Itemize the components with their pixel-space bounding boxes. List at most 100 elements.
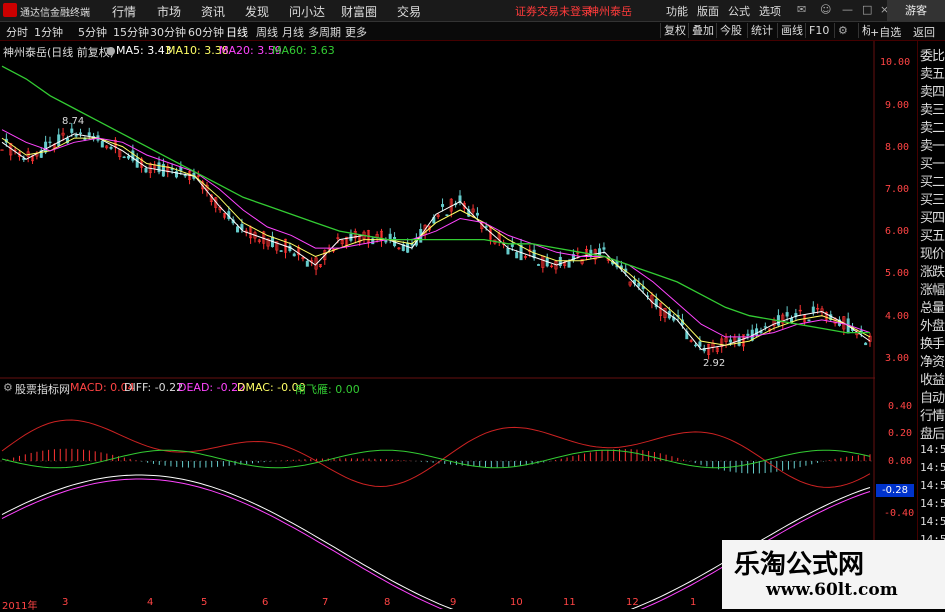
tool-stocks[interactable]: 今股 xyxy=(716,23,745,38)
candle-body xyxy=(279,250,283,252)
legend-ma60: MA60: 3.63 xyxy=(272,44,335,57)
menu-discover[interactable]: 发现 xyxy=(245,3,269,20)
menu-news[interactable]: 资讯 xyxy=(201,3,225,20)
back-button[interactable]: 返回 xyxy=(913,24,935,40)
menu-trade[interactable]: 交易 xyxy=(397,3,421,20)
side-label: 换手 xyxy=(920,337,945,352)
date-tick: 12 xyxy=(626,597,639,608)
legend-ma5: MA5: 3.43 xyxy=(116,44,172,57)
side-tab-afterhours[interactable]: 盘后 xyxy=(920,423,945,442)
candle-body xyxy=(763,326,767,328)
side-time: 14:50 xyxy=(920,443,945,456)
ma-line-ma10 xyxy=(1,137,871,346)
period-weekly[interactable]: 周线 xyxy=(256,24,278,40)
period-30min[interactable]: 30分钟 xyxy=(150,24,186,40)
legend-nanfei: 南飞雁: 0.00 xyxy=(295,383,360,396)
price-tick: 6.00 xyxy=(885,226,910,237)
candle-body xyxy=(157,162,161,173)
period-15min[interactable]: 15分钟 xyxy=(113,24,149,40)
candle-body xyxy=(785,312,789,317)
login-status[interactable]: 证券交易未登录 xyxy=(515,3,592,19)
date-tick: 1 xyxy=(690,597,697,608)
period-60min[interactable]: 60分钟 xyxy=(188,24,224,40)
menu-quotes[interactable]: 行情 xyxy=(112,3,136,20)
candle-body xyxy=(126,155,130,159)
side-tab-auto[interactable]: 自动 xyxy=(920,387,945,406)
kline-chart[interactable] xyxy=(0,41,875,609)
macd-tick: 0.20 xyxy=(888,428,913,439)
watermark-title: 乐淘公式网 xyxy=(734,550,865,580)
side-label: 卖三 xyxy=(920,103,945,118)
candle-body xyxy=(475,212,479,216)
candle-body xyxy=(109,146,113,149)
side-label: 净资 xyxy=(920,355,945,370)
menu-ask[interactable]: 问小达 xyxy=(289,3,325,20)
user-icon[interactable]: ☺ xyxy=(820,3,831,16)
date-tick: 11 xyxy=(563,597,576,608)
app-logo-icon xyxy=(3,3,17,17)
period-toolbar: 分时 1分钟 5分钟 15分钟 30分钟 60分钟 日线 周线 月线 多周期 更… xyxy=(0,22,945,41)
tool-f10[interactable]: F10 xyxy=(805,23,832,38)
macd-tick: 0.40 xyxy=(888,401,913,412)
candle-body xyxy=(74,134,78,137)
side-label: 卖一 xyxy=(920,139,945,154)
side-tab-quotes[interactable]: 行情 xyxy=(920,405,945,424)
menu-function[interactable]: 功能 xyxy=(666,3,688,19)
menu-formula[interactable]: 公式 xyxy=(728,3,750,19)
tool-draw[interactable]: 画线 xyxy=(777,23,806,38)
candle-body xyxy=(728,339,732,343)
candle-body xyxy=(737,337,741,346)
menu-wealth[interactable]: 财富圈 xyxy=(341,3,377,20)
watermark-url: www.60lt.com xyxy=(766,580,898,600)
side-label: 现价 xyxy=(920,247,945,262)
period-multi[interactable]: 多周期 xyxy=(308,24,341,40)
price-tick: 8.00 xyxy=(885,142,910,153)
ma-line-ma60 xyxy=(1,65,870,334)
price-tick: 7.00 xyxy=(885,184,910,195)
indicator-gear-icon[interactable]: ⚙ xyxy=(3,381,13,394)
candle-body xyxy=(698,341,702,347)
candle-body xyxy=(598,248,602,256)
settings-gear-icon[interactable]: ⚙ xyxy=(834,23,851,38)
candle-body xyxy=(746,333,750,336)
period-daily[interactable]: 日线 xyxy=(226,24,248,40)
guest-button[interactable]: 游客 xyxy=(887,0,945,21)
add-watchlist-button[interactable]: +自选 xyxy=(870,24,902,40)
period-monthly[interactable]: 月线 xyxy=(282,24,304,40)
tool-overlay[interactable]: 叠加 xyxy=(688,23,717,38)
date-tick: 10 xyxy=(510,597,523,608)
candle-body xyxy=(406,242,410,253)
side-label: 卖二 xyxy=(920,121,945,136)
candle-body xyxy=(388,233,392,240)
candle-body xyxy=(305,260,309,267)
menu-market[interactable]: 市场 xyxy=(157,3,181,20)
candle-body xyxy=(292,253,296,257)
chart-title: 神州泰岳(日线 前复权) xyxy=(3,46,115,59)
candle-body xyxy=(57,134,61,146)
minimize-icon[interactable]: — xyxy=(842,3,853,16)
tool-stats[interactable]: 统计 xyxy=(747,23,776,38)
app-title: 通达信金融终端 xyxy=(20,8,90,19)
date-tick: 6 xyxy=(262,597,269,608)
candle-body xyxy=(236,226,240,233)
period-more[interactable]: 更多 xyxy=(345,24,367,40)
side-label: 委比 xyxy=(920,49,945,64)
side-label: 买二 xyxy=(920,175,945,190)
period-5min[interactable]: 5分钟 xyxy=(78,24,107,40)
period-intraday[interactable]: 分时 xyxy=(6,24,28,40)
candle-body xyxy=(567,261,571,268)
menu-options[interactable]: 选项 xyxy=(759,3,781,19)
gift-icon[interactable]: ✉ xyxy=(797,3,806,16)
maximize-icon[interactable]: □ xyxy=(862,3,872,16)
menu-bar: 通达信金融终端 行情 市场 资讯 发现 问小达 财富圈 交易 证券交易未登录 神… xyxy=(0,0,945,22)
legend-diff: DIFF: -0.22 xyxy=(124,381,184,394)
price-tick: 10.00 xyxy=(880,57,911,68)
menu-layout[interactable]: 版面 xyxy=(697,3,719,19)
watermark: 乐淘公式网 www.60lt.com xyxy=(722,540,945,609)
candle-body xyxy=(484,226,488,228)
side-label: 买四 xyxy=(920,211,945,226)
tool-restore-rights[interactable]: 复权 xyxy=(660,23,689,38)
period-1min[interactable]: 1分钟 xyxy=(34,24,63,40)
price-tick: 4.00 xyxy=(885,311,910,322)
candle-body xyxy=(183,174,187,177)
